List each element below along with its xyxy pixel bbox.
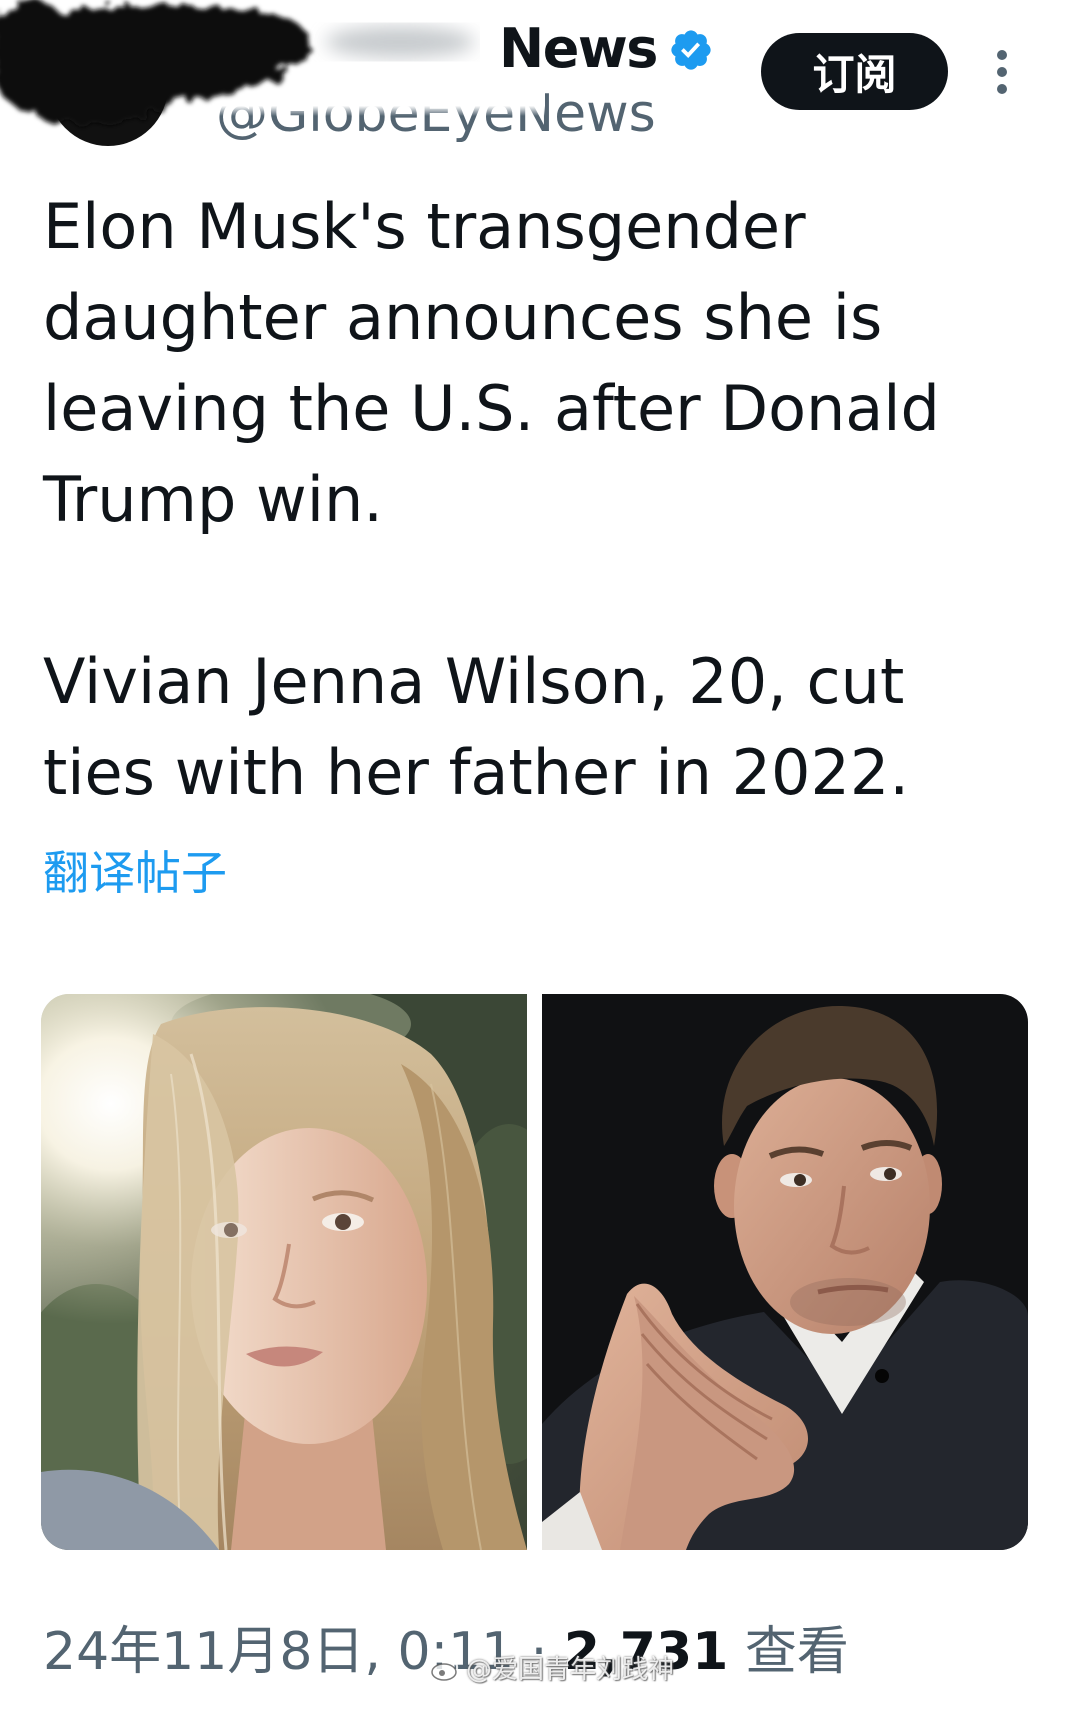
- more-vertical-icon[interactable]: [990, 46, 1014, 98]
- eye-iris: [884, 1168, 896, 1180]
- translate-post-link[interactable]: 翻译帖子: [43, 845, 227, 901]
- eye-iris: [335, 1214, 351, 1230]
- redaction-scribble: [0, 0, 475, 124]
- weibo-logo-icon: [431, 1660, 459, 1681]
- redaction-smudge: [325, 26, 475, 58]
- photo-left-image: [41, 994, 527, 1550]
- eye-iris: [224, 1223, 238, 1237]
- author-display-name[interactable]: News: [499, 17, 658, 81]
- view-label: 查看: [744, 1622, 849, 1682]
- verified-badge-icon: [671, 30, 711, 70]
- watermark-text: @爱国青年刘践神: [466, 1655, 675, 1685]
- eye-iris: [794, 1174, 806, 1186]
- post-page: News @GlobeEyeNews 订阅 Elon Musk's transg…: [0, 0, 1080, 1713]
- subscribe-button[interactable]: 订阅: [761, 33, 948, 110]
- post-paragraph: Vivian Jenna Wilson, 20, cut ties with h…: [43, 645, 910, 809]
- post-paragraph: Elon Musk's transgender daughter announc…: [43, 190, 940, 536]
- watermark: @爱国青年刘践神: [430, 1652, 674, 1688]
- post-text: Elon Musk's transgender daughter announc…: [43, 181, 973, 818]
- scribble-stroke: [160, 10, 310, 74]
- stubble: [790, 1278, 906, 1326]
- photo-right[interactable]: [542, 994, 1028, 1550]
- media-grid: [41, 994, 1028, 1550]
- photo-right-image: [542, 994, 1028, 1550]
- photo-left[interactable]: [41, 994, 527, 1550]
- lapel-microphone: [875, 1369, 889, 1383]
